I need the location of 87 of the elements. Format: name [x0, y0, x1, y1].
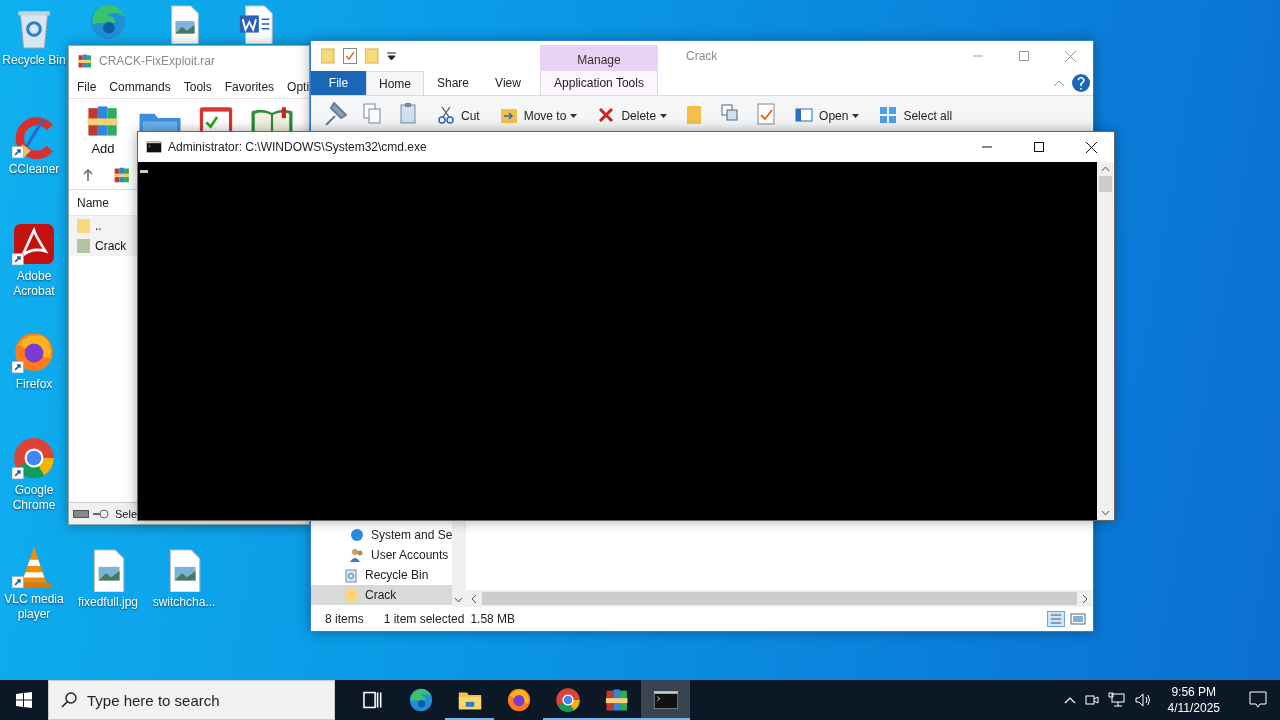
minimize-icon [982, 146, 992, 148]
pdf-logo-icon[interactable] [12, 222, 56, 266]
chevron-up-icon[interactable] [1063, 696, 1076, 704]
window-title: Crack [685, 48, 719, 65]
globe-icon [349, 527, 365, 543]
maximize-icon [1019, 51, 1029, 61]
users-icon [349, 547, 365, 563]
file-name[interactable]: Crack [95, 239, 127, 253]
books-icon [603, 687, 630, 713]
ribbon-button[interactable]: Cut [433, 102, 482, 130]
search-icon [61, 692, 77, 708]
network-icon[interactable] [1107, 692, 1126, 708]
dropdown-caret-icon[interactable] [387, 52, 396, 60]
taskbar-app-button[interactable] [641, 680, 690, 720]
file-name[interactable]: .. [95, 219, 102, 233]
key-icon [93, 508, 109, 519]
menu-item[interactable]: Favorites [224, 80, 275, 94]
menu-item[interactable]: Opti [287, 80, 309, 94]
ribbon-tab[interactable]: Application Tools [540, 71, 658, 95]
scrollbar-thumb[interactable] [1099, 176, 1112, 192]
checkmark-page-icon[interactable] [343, 48, 357, 64]
search-field[interactable]: Type here to search [48, 680, 335, 720]
window-title: CRACK-FixExploit.rar [99, 54, 215, 68]
minimize-icon [973, 55, 983, 57]
scroll-right-icon[interactable] [1081, 593, 1089, 604]
toolbar-button[interactable]: Add [79, 103, 127, 156]
fox-logo-icon [505, 687, 532, 713]
pin-icon [325, 102, 347, 126]
caret-icon [852, 114, 860, 118]
menu-item[interactable]: Commands [109, 80, 171, 94]
ribbon-button[interactable]: Open [791, 102, 862, 130]
scrollbar-thumb[interactable] [482, 592, 1077, 605]
menu-item[interactable]: File [77, 80, 97, 94]
status-text: Sele [115, 507, 138, 520]
brush-logo-icon[interactable] [12, 115, 56, 159]
caret-icon [660, 114, 668, 118]
ribbon-button[interactable]: Delete [593, 102, 670, 130]
books-icon [77, 53, 93, 69]
folder-icon [77, 238, 91, 254]
ribbon-tab[interactable]: Home [366, 71, 424, 95]
ribbon-tab[interactable]: File [311, 71, 366, 95]
ribbon-tab[interactable]: View [482, 71, 534, 95]
thumbnails-view-icon[interactable] [1069, 611, 1087, 627]
windows-logo-icon [16, 692, 32, 708]
ribbon-button[interactable]: Select all [875, 102, 955, 130]
clipboard-icon [397, 102, 419, 126]
camera-icon[interactable] [1083, 692, 1100, 708]
terminal-icon [146, 139, 162, 155]
scroll-left-icon[interactable] [470, 593, 478, 604]
folder-icon [77, 218, 91, 234]
swirl-logo-icon[interactable] [88, 2, 128, 42]
nav-item[interactable]: Crack [311, 585, 453, 605]
nav-item[interactable]: Recycle Bin [311, 565, 453, 585]
close-icon [1085, 141, 1097, 153]
help-icon[interactable] [1071, 71, 1093, 95]
ribbon-tab[interactable]: Share [424, 71, 482, 95]
nav-item[interactable]: System and Se [311, 525, 453, 545]
circle-logo-icon [554, 687, 581, 713]
text-cursor [140, 170, 148, 173]
copy-icon [361, 102, 383, 126]
window-title: Administrator: C:\WINDOWS\System32\cmd.exe [168, 140, 427, 154]
speaker-icon[interactable] [1133, 692, 1152, 708]
checkmark-page-icon [755, 102, 778, 126]
drive-icon [73, 509, 89, 518]
folder-icon [343, 587, 359, 603]
circle-logo-icon[interactable] [12, 436, 56, 480]
nav-item[interactable]: User Accounts [311, 545, 453, 565]
books-icon [113, 165, 131, 184]
ribbon-button[interactable]: Move to [495, 102, 580, 130]
caret-icon [570, 114, 578, 118]
swirl-logo-icon [407, 687, 434, 713]
fox-logo-icon[interactable] [12, 330, 56, 374]
close-icon [1064, 50, 1076, 62]
clock-time[interactable]: 9:56 PM [1171, 684, 1217, 700]
menu-item[interactable]: Tools [183, 80, 212, 94]
clock-date[interactable]: 4/11/2025 [1167, 700, 1220, 716]
up-arrow-icon[interactable] [83, 168, 93, 181]
scroll-up-icon[interactable] [1101, 166, 1110, 172]
context-tab-group: Manage [540, 45, 658, 71]
trash-bin-icon [343, 567, 359, 583]
folder-icon [321, 48, 335, 64]
scroll-down-icon[interactable] [454, 597, 464, 603]
selection-size: 1.58 MB [470, 612, 516, 626]
maximize-icon [1034, 142, 1044, 152]
scroll-down-icon[interactable] [1101, 510, 1110, 516]
item-count: 8 items [325, 612, 364, 626]
selection-info: 1 item selected [383, 612, 465, 626]
